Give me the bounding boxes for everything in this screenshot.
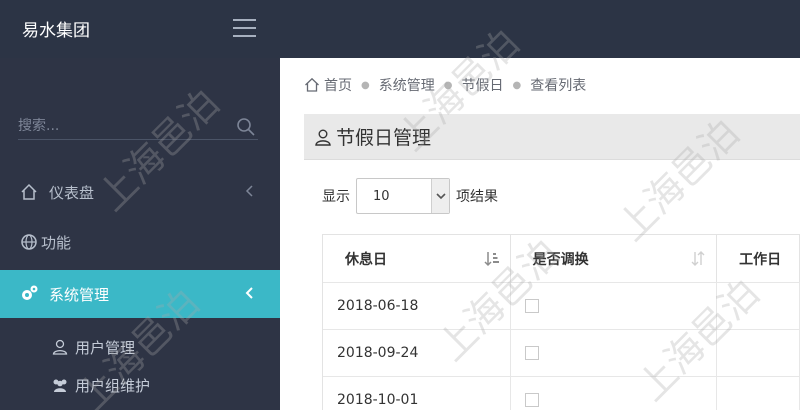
sidebar: 仪表盘 功能 系统管理 用户管理 用户组维护 bbox=[0, 58, 280, 410]
user-icon bbox=[315, 129, 331, 146]
table-header-row: 休息日 是否调换 工作日 bbox=[323, 235, 800, 283]
breadcrumb-system[interactable]: 系统管理 bbox=[379, 75, 435, 95]
sort-ascending-icon[interactable] bbox=[484, 250, 500, 268]
sidebar-item-label: 系统管理 bbox=[49, 285, 110, 304]
breadcrumb-separator: ● bbox=[361, 79, 370, 91]
breadcrumb-current: 查看列表 bbox=[530, 78, 587, 94]
column-header-label: 是否调换 bbox=[532, 251, 589, 268]
menu-toggle-icon[interactable] bbox=[233, 19, 256, 37]
breadcrumb-separator: ● bbox=[443, 79, 453, 91]
chevron-left-icon bbox=[245, 185, 253, 197]
column-header-rest-day[interactable]: 休息日 bbox=[323, 235, 511, 282]
swapped-cell bbox=[511, 330, 718, 376]
user-icon bbox=[51, 338, 69, 356]
swapped-checkbox[interactable] bbox=[524, 346, 539, 360]
rest-day-cell: 2018-10-01 bbox=[323, 377, 511, 410]
table-row: 2018-09-24 bbox=[323, 330, 800, 377]
users-icon bbox=[51, 376, 69, 394]
sidebar-item-label: 功能 bbox=[41, 233, 72, 252]
workday-cell bbox=[717, 283, 800, 329]
sidebar-item-label: 仪表盘 bbox=[49, 183, 95, 202]
page-length-select[interactable]: 10 bbox=[356, 178, 450, 214]
length-suffix-label: 项结果 bbox=[456, 189, 498, 205]
brand-title[interactable]: 易水集团 bbox=[22, 16, 90, 41]
top-bar: 易水集团 bbox=[0, 0, 800, 58]
sidebar-item-dashboard[interactable]: 仪表盘 bbox=[0, 168, 280, 216]
search-icon[interactable] bbox=[236, 117, 256, 137]
rest-day-cell: 2018-09-24 bbox=[323, 330, 511, 376]
column-header-label: 工作日 bbox=[739, 251, 782, 268]
sidebar-subitem-user-groups[interactable]: 用户组维护 bbox=[0, 367, 280, 403]
column-header-workday[interactable]: 工作日 bbox=[717, 235, 800, 282]
page-title: 节假日管理 bbox=[336, 127, 432, 149]
column-header-label: 休息日 bbox=[345, 251, 387, 268]
swapped-checkbox[interactable] bbox=[524, 299, 539, 313]
workday-cell bbox=[717, 377, 800, 410]
rest-day-cell: 2018-06-18 bbox=[323, 283, 511, 329]
breadcrumb-separator: ● bbox=[512, 79, 522, 91]
globe-icon bbox=[19, 232, 39, 252]
breadcrumb: 首页 ● 系统管理 ● 节假日 ● 查看列表 bbox=[304, 74, 586, 96]
gears-icon bbox=[19, 284, 39, 304]
workday-cell bbox=[717, 330, 800, 376]
panel-header: 节假日管理 bbox=[304, 114, 800, 160]
sidebar-subitem-label: 用户组维护 bbox=[75, 376, 151, 395]
swapped-checkbox[interactable] bbox=[524, 393, 539, 407]
sidebar-subitem-user-management[interactable]: 用户管理 bbox=[0, 329, 280, 365]
swapped-cell bbox=[511, 283, 718, 329]
page-length-control: 显示 10 项结果 bbox=[322, 178, 498, 214]
breadcrumb-home[interactable]: 首页 bbox=[324, 75, 352, 95]
length-prefix-label: 显示 bbox=[322, 189, 350, 205]
sidebar-item-system-management[interactable]: 系统管理 bbox=[0, 270, 280, 318]
search-input[interactable] bbox=[18, 114, 218, 138]
sidebar-item-features[interactable]: 功能 bbox=[0, 218, 280, 266]
table-row: 2018-10-01 bbox=[323, 377, 800, 410]
home-icon bbox=[305, 77, 319, 92]
page-length-value: 10 bbox=[373, 189, 390, 204]
chevron-left-icon bbox=[245, 287, 253, 299]
chevron-down-icon[interactable] bbox=[431, 179, 449, 213]
sort-icon[interactable] bbox=[690, 250, 706, 268]
main-content: 首页 ● 系统管理 ● 节假日 ● 查看列表 节假日管理 显示 10 项结果 休… bbox=[280, 58, 800, 410]
home-icon bbox=[19, 182, 39, 202]
breadcrumb-holiday[interactable]: 节假日 bbox=[461, 75, 503, 95]
table-row: 2018-06-18 bbox=[323, 283, 800, 330]
sidebar-subitem-label: 用户管理 bbox=[75, 338, 136, 357]
sidebar-search bbox=[18, 114, 258, 140]
swapped-cell bbox=[511, 377, 718, 410]
column-header-swapped[interactable]: 是否调换 bbox=[511, 235, 718, 282]
holiday-table: 休息日 是否调换 工作日 2018-06-18 2018-09-24 2018-… bbox=[322, 234, 800, 410]
